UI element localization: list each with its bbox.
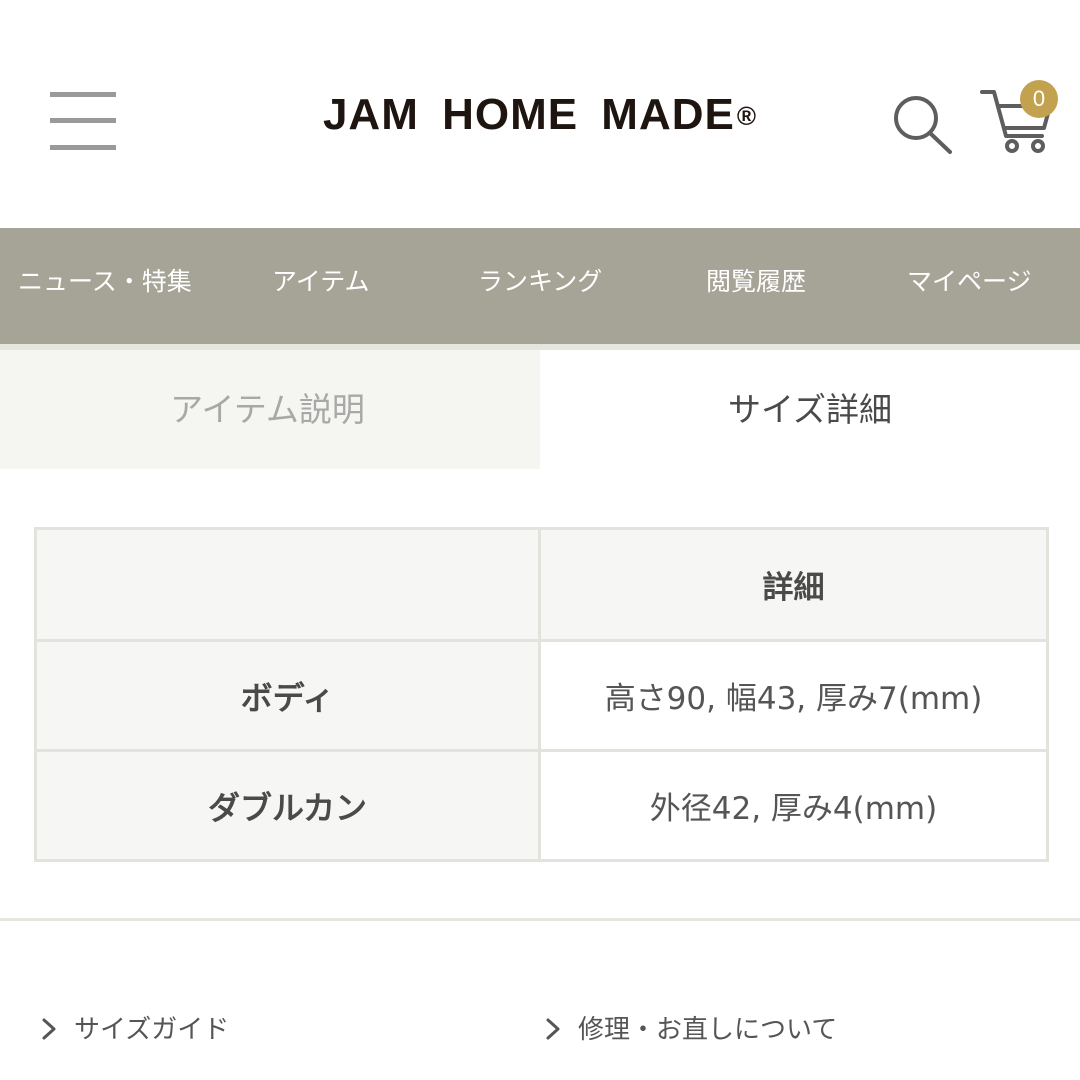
section-divider bbox=[0, 918, 1080, 921]
row-value-double-ring: 外径42, 厚み4(mm) bbox=[538, 749, 1049, 862]
cart-count-badge: 0 bbox=[1020, 80, 1058, 118]
search-icon[interactable] bbox=[888, 92, 954, 158]
row-value-body: 高さ90, 幅43, 厚み7(mm) bbox=[538, 639, 1049, 752]
repair-link[interactable]: 修理・お直しについて bbox=[542, 1008, 837, 1052]
row-label-body: ボディ bbox=[34, 639, 541, 752]
size-guide-link[interactable]: サイズガイド bbox=[38, 1008, 229, 1052]
repair-label: 修理・お直しについて bbox=[578, 1015, 838, 1045]
row-label-double-ring: ダブルカン bbox=[34, 749, 541, 862]
site-header: JAM HOME MADE® 0 bbox=[0, 0, 1080, 228]
table-header-row: 詳細 bbox=[34, 527, 1049, 642]
nav-item-history[interactable]: 閲覧履歴 bbox=[706, 228, 806, 344]
nav-item-mypage[interactable]: マイページ bbox=[907, 228, 1032, 344]
tab-item-description[interactable]: アイテム説明 bbox=[0, 350, 540, 469]
table-header-empty bbox=[34, 527, 541, 642]
logo-text: JAM HOME MADE bbox=[322, 90, 735, 139]
registered-mark: ® bbox=[736, 101, 758, 131]
chevron-right-icon bbox=[38, 1011, 60, 1040]
table-row: ボディ 高さ90, 幅43, 厚み7(mm) bbox=[34, 639, 1049, 752]
tab-size-details[interactable]: サイズ詳細 bbox=[540, 350, 1080, 469]
table-header-details: 詳細 bbox=[538, 527, 1049, 642]
size-table: 詳細 ボディ 高さ90, 幅43, 厚み7(mm) ダブルカン 外径42, 厚み… bbox=[34, 527, 1049, 862]
global-nav: ニュース・特集 アイテム ランキング 閲覧履歴 マイページ bbox=[0, 228, 1080, 344]
nav-item-ranking[interactable]: ランキング bbox=[478, 228, 602, 344]
chevron-right-icon bbox=[542, 1011, 564, 1040]
nav-item-items[interactable]: アイテム bbox=[272, 228, 370, 344]
table-row: ダブルカン 外径42, 厚み4(mm) bbox=[34, 749, 1049, 862]
size-guide-label: サイズガイド bbox=[74, 1015, 230, 1045]
nav-item-news[interactable]: ニュース・特集 bbox=[18, 228, 192, 344]
